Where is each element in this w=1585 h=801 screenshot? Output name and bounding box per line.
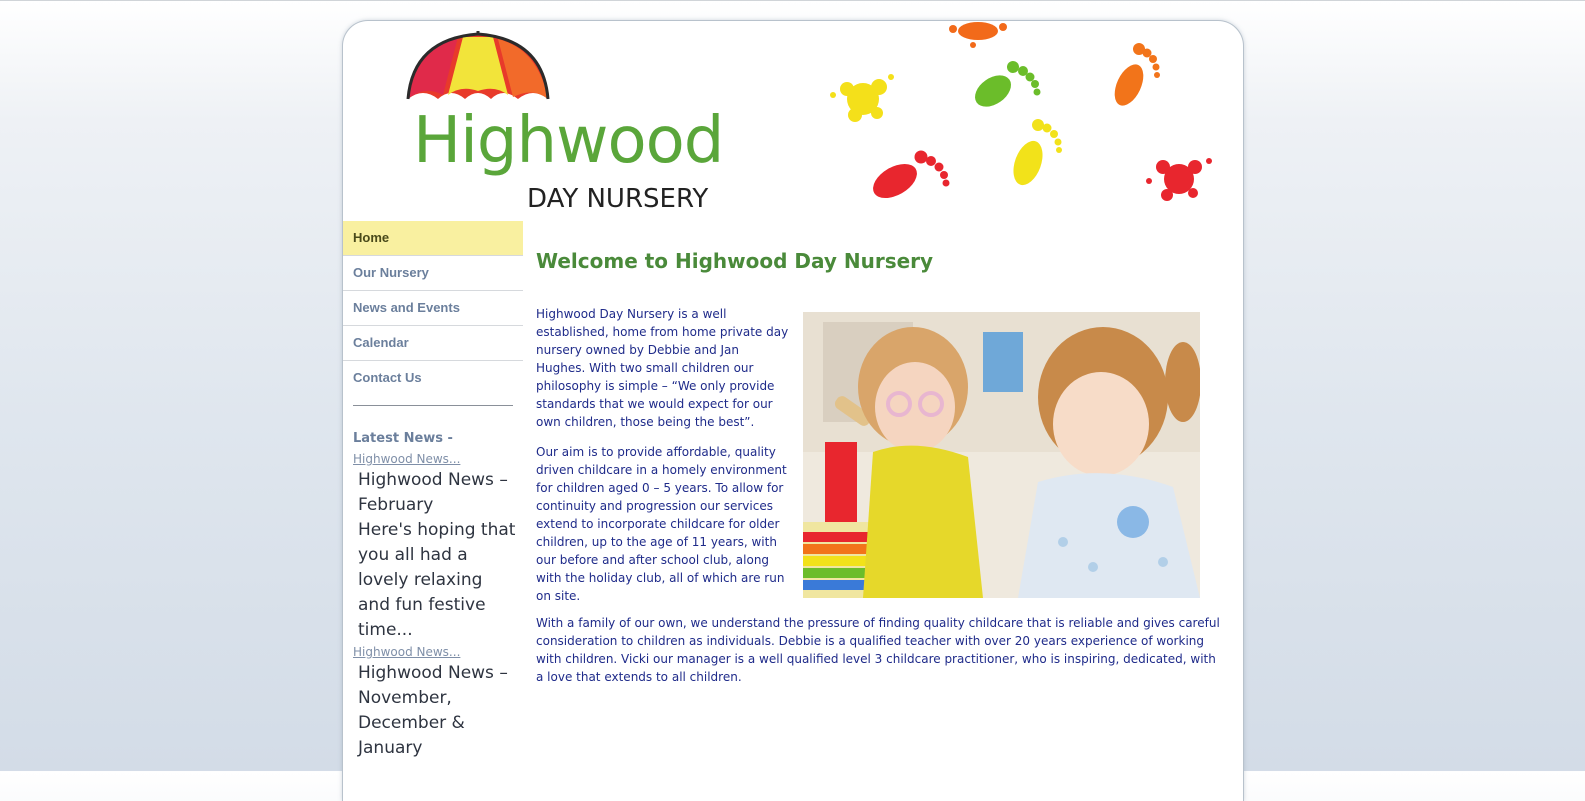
news-snippet-2: Highwood News – November, December & Jan… — [358, 663, 508, 758]
nav-item-calendar[interactable]: Calendar — [343, 326, 523, 361]
red-paint-splat-icon — [1146, 158, 1212, 201]
red-footprint-icon — [873, 150, 950, 199]
top-border-line — [0, 0, 1585, 1]
nav-item-contact-us[interactable]: Contact Us — [343, 361, 523, 395]
children-playing-photo — [803, 312, 1200, 598]
orange-footprint-icon — [1114, 43, 1160, 106]
sidebar-divider — [353, 405, 513, 406]
yellow-paint-splat-icon — [830, 74, 894, 122]
site-header: Highwood DAY NURSERY — [343, 21, 1243, 221]
page-title: Welcome to Highwood Day Nursery — [536, 249, 934, 273]
yellow-footprint-icon — [1013, 119, 1062, 186]
logo-tagline: DAY NURSERY — [527, 184, 709, 214]
news-link-1[interactable]: Highwood News... — [353, 452, 523, 466]
main-content: Welcome to Highwood Day Nursery Highwood… — [536, 221, 1226, 684]
logo-wordmark: Highwood — [413, 104, 724, 178]
nav-item-our-nursery[interactable]: Our Nursery — [343, 256, 523, 291]
nav-item-home[interactable]: Home — [343, 221, 523, 256]
green-footprint-icon — [974, 61, 1041, 107]
news-snippet-1: Highwood News – February Here's hoping t… — [358, 470, 516, 640]
site-logo[interactable]: Highwood DAY NURSERY — [403, 29, 783, 219]
nav-item-news-and-events[interactable]: News and Events — [343, 291, 523, 326]
intro-paragraph: Highwood Day Nursery is a well establish… — [536, 307, 789, 429]
page-container: Highwood DAY NURSERY Home Our Nursery Ne… — [342, 20, 1244, 801]
latest-news-heading: Latest News - — [353, 431, 453, 446]
sidebar: Home Our Nursery News and Events Calenda… — [343, 221, 523, 761]
aim-paragraph: Our aim is to provide affordable, qualit… — [536, 445, 787, 603]
children-photo-illustration — [803, 312, 1200, 598]
main-nav: Home Our Nursery News and Events Calenda… — [343, 221, 523, 395]
orange-paint-splat-icon — [949, 22, 1007, 48]
news-link-2[interactable]: Highwood News... — [353, 645, 523, 659]
family-paragraph: With a family of our own, we understand … — [536, 616, 1220, 684]
